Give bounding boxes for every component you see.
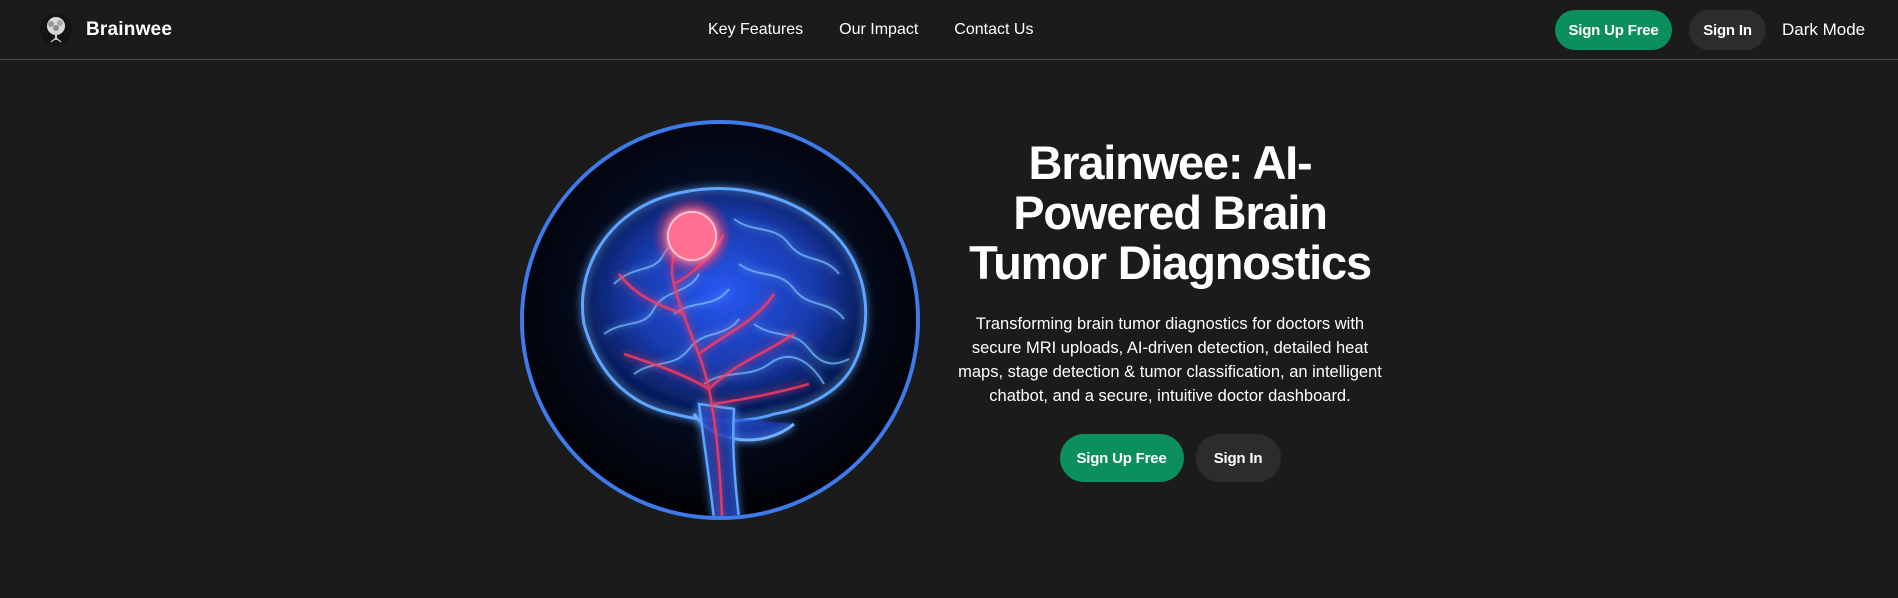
dark-mode-toggle[interactable]: Dark Mode [1782,20,1865,40]
nav-link-contact-us[interactable]: Contact Us [954,21,1033,39]
main-nav: Key Features Our Impact Contact Us [708,0,1033,60]
brand-home-link[interactable]: Brainwee [40,10,172,50]
hero-section: Brainwee: AI-Powered Brain Tumor Diagnos… [945,138,1395,482]
nav-link-our-impact[interactable]: Our Impact [839,21,918,39]
nav-link-key-features[interactable]: Key Features [708,21,803,39]
brand-name: Brainwee [86,19,173,40]
nav-sign-up-button[interactable]: Sign Up Free [1555,10,1672,50]
hero-sign-in-button[interactable]: Sign In [1195,434,1281,482]
hero-sign-up-button[interactable]: Sign Up Free [1059,434,1184,482]
hero-title: Brainwee: AI-Powered Brain Tumor Diagnos… [969,136,1372,289]
hero-buttons: Sign Up Free Sign In [945,434,1395,482]
nav-sign-in-button[interactable]: Sign In [1689,10,1766,50]
hero-description: Transforming brain tumor diagnostics for… [958,315,1382,405]
hero-brain-image [520,120,920,520]
nav-actions: Sign Up Free Sign In Dark Mode [1555,0,1865,60]
tree-brain-logo-icon [40,14,72,46]
top-navbar: Brainwee Key Features Our Impact Contact… [0,0,1898,60]
